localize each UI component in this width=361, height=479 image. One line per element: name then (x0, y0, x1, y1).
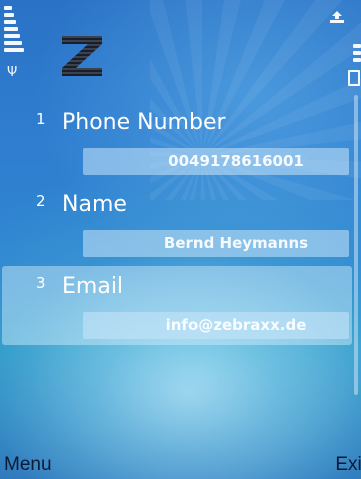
email-label: Email (62, 274, 124, 299)
name-value[interactable]: Bernd Heymanns (83, 230, 349, 257)
antenna-icon: Ψ (7, 65, 18, 80)
data-transfer-icon (330, 11, 344, 23)
list-item[interactable]: 1 Phone Number 0049178616001 (0, 108, 354, 188)
phone-number-value[interactable]: 0049178616001 (83, 148, 349, 175)
zebraxx-z-logo (62, 36, 102, 76)
exit-softkey[interactable]: Exit (335, 453, 361, 477)
battery-icon (348, 70, 360, 86)
battery-level-icon (347, 44, 361, 65)
list-item[interactable]: 3 Email info@zebraxx.de (0, 272, 354, 352)
menu-softkey[interactable]: Menu (4, 453, 52, 477)
phone-number-label: Phone Number (62, 110, 226, 135)
email-value[interactable]: info@zebraxx.de (83, 312, 349, 339)
list-item-number: 2 (36, 192, 46, 210)
list-item[interactable]: 2 Name Bernd Heymanns (0, 190, 354, 270)
list-item-number: 3 (36, 274, 46, 292)
name-label: Name (62, 192, 127, 217)
phone-screen: Ψ 1 Phone Number 0049178616001 2 Name Be… (0, 0, 361, 479)
list-item-number: 1 (36, 110, 46, 128)
scrollbar[interactable] (354, 95, 358, 395)
signal-strength-icon (4, 6, 26, 55)
